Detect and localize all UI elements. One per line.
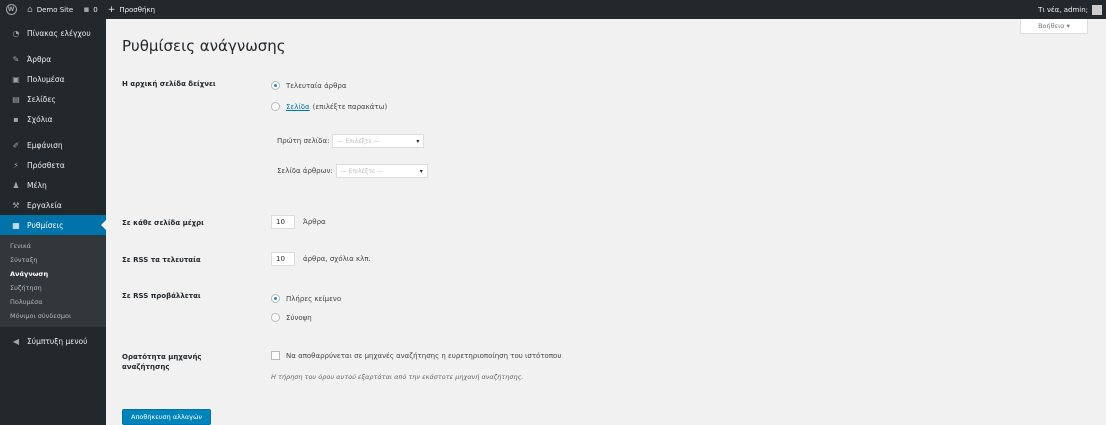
radio-summary[interactable]: [271, 313, 280, 322]
comments-link[interactable]: ▪ 0: [78, 0, 103, 19]
settings-icon: ▦: [12, 220, 20, 230]
comments-count: 0: [93, 5, 98, 14]
menu-appearance[interactable]: ✐ Εμφάνιση: [0, 135, 106, 155]
caret-down-icon: ▾: [416, 137, 420, 145]
menu-tools[interactable]: ⚒ Εργαλεία: [0, 195, 106, 215]
greeting-text: Τι νέα, admin;: [1038, 5, 1088, 14]
avatar: [1092, 4, 1102, 15]
submenu-discussion[interactable]: Συζήτηση: [0, 281, 106, 295]
page-title: Ρυθμίσεις ανάγνωσης: [122, 37, 286, 55]
menu-plugins[interactable]: ⚡ Πρόσθετα: [0, 155, 106, 175]
users-icon: ♟: [12, 180, 20, 190]
radio-label: (επιλέξτε παρακάτω): [312, 102, 388, 111]
menu-collapse[interactable]: ◀ Σύμπτυξη μενού: [0, 331, 106, 351]
submenu-media[interactable]: Πολυμέσα: [0, 295, 106, 309]
wrench-icon: ⚒: [12, 200, 20, 210]
front-page-select-label: Πρώτη σελίδα:: [277, 137, 330, 145]
posts-page-select[interactable]: — Επιλέξτε — ▾: [335, 164, 428, 178]
menu-label: Σύμπτυξη μενού: [27, 336, 88, 346]
plus-icon: +: [107, 4, 116, 15]
plug-icon: ⚡: [13, 160, 19, 170]
search-visibility-option[interactable]: Να αποθαρρύνεται σε μηχανές αναζήτησης η…: [271, 351, 561, 360]
menu-label: Σελίδες: [27, 94, 56, 104]
search-visibility-description: Η τήρηση του όρου αυτού εξαρτάται από τη…: [271, 373, 524, 381]
radio-full-text[interactable]: [271, 294, 280, 303]
menu-posts[interactable]: ✎ Άρθρα: [0, 49, 106, 69]
admin-bar: W ⌂ Demo Site ▪ 0 + Προσθήκη Τι νέα, adm…: [0, 0, 1106, 19]
per-page-unit: Άρθρα: [303, 218, 326, 226]
menu-pages[interactable]: ▤ Σελίδες: [0, 89, 106, 109]
menu-label: Εμφάνιση: [27, 140, 63, 150]
page-link[interactable]: Σελίδα: [286, 103, 310, 111]
menu-label: Εργαλεία: [27, 200, 62, 210]
per-page-input[interactable]: 10: [271, 215, 295, 229]
rss-count-input[interactable]: 10: [271, 252, 295, 266]
radio-label: Πλήρες κείμενο: [286, 294, 342, 303]
menu-label: Μέλη: [27, 180, 47, 190]
rss-full-option[interactable]: Πλήρες κείμενο: [271, 294, 341, 303]
radio-label: Τελευταία άρθρα: [286, 81, 347, 90]
menu-dashboard[interactable]: ◔ Πίνακας ελέγχου: [0, 23, 106, 43]
select-value: — Επιλέξτε —: [337, 137, 380, 145]
select-value: — Επιλέξτε —: [340, 167, 384, 175]
menu-label: Πολυμέσα: [27, 74, 65, 84]
menu-label: Πρόσθετα: [27, 160, 65, 170]
menu-label: Πίνακας ελέγχου: [27, 28, 91, 38]
dashboard-icon: ◔: [12, 28, 20, 38]
site-name: Demo Site: [36, 5, 74, 14]
submenu-permalinks[interactable]: Μόνιμοι σύνδεσμοι: [0, 309, 106, 323]
my-account[interactable]: Τι νέα, admin;: [1038, 0, 1102, 19]
search-visibility-label: Ορατότητα μηχανής αναζήτησης: [122, 353, 202, 371]
radio-latest-posts[interactable]: [271, 81, 280, 90]
per-page-label: Σε κάθε σελίδα μέχρι: [122, 219, 204, 227]
brush-icon: ✐: [12, 140, 20, 150]
posts-page-select-label: Σελίδα άρθρων:: [277, 167, 333, 175]
submenu-writing[interactable]: Σύνταξη: [0, 253, 106, 267]
front-page-label: Η αρχική σελίδα δείχνει: [122, 80, 216, 88]
caret-down-icon: ▾: [419, 167, 423, 175]
comments-icon: ▪: [13, 114, 19, 124]
rss-count-unit: άρθρα, σχόλια κλπ.: [303, 255, 371, 263]
comment-bubble-icon: ▪: [83, 4, 90, 15]
settings-submenu: Γενικά Σύνταξη Ανάγνωση Συζήτηση Πολυμέσ…: [0, 235, 106, 327]
front-static-option[interactable]: Σελίδα (επιλέξτε παρακάτω): [271, 102, 387, 111]
site-name-link[interactable]: ⌂ Demo Site: [22, 0, 78, 19]
discourage-search-checkbox[interactable]: [271, 351, 280, 360]
pages-icon: ▤: [12, 94, 20, 104]
rss-show-label: Σε RSS προβάλλεται: [122, 292, 201, 300]
menu-settings[interactable]: ▦ Ρυθμίσεις: [0, 215, 106, 235]
menu-label: Σχόλια: [27, 114, 53, 124]
menu-label: Άρθρα: [27, 54, 52, 64]
radio-label: Σύνοψη: [286, 313, 312, 322]
admin-sidebar: ◔ Πίνακας ελέγχου ✎ Άρθρα ▣ Πολυμέσα ▤ Σ…: [0, 19, 106, 425]
rss-summary-option[interactable]: Σύνοψη: [271, 313, 312, 322]
rss-count-label: Σε RSS τα τελευταία: [122, 256, 201, 264]
menu-label: Ρυθμίσεις: [27, 220, 64, 230]
wp-logo-menu[interactable]: W: [0, 0, 22, 19]
checkbox-label: Να αποθαρρύνεται σε μηχανές αναζήτησης η…: [286, 351, 562, 360]
menu-media[interactable]: ▣ Πολυμέσα: [0, 69, 106, 89]
menu-comments[interactable]: ▪ Σχόλια: [0, 109, 106, 129]
menu-users[interactable]: ♟ Μέλη: [0, 175, 106, 195]
save-changes-button[interactable]: Αποθήκευση αλλαγών: [122, 409, 212, 425]
submenu-reading[interactable]: Ανάγνωση: [0, 267, 106, 281]
front-page-select[interactable]: — Επιλέξτε — ▾: [332, 134, 425, 148]
main-content: Ρυθμίσεις ανάγνωσης Η αρχική σελίδα δείχ…: [106, 19, 1106, 425]
collapse-icon: ◀: [12, 336, 20, 346]
pin-icon: ✎: [12, 54, 20, 64]
posts-page-select-row: Σελίδα άρθρων: — Επιλέξτε — ▾: [277, 164, 428, 178]
submenu-general[interactable]: Γενικά: [0, 239, 106, 253]
media-icon: ▣: [12, 74, 20, 84]
front-page-select-row: Πρώτη σελίδα: — Επιλέξτε — ▾: [277, 134, 425, 148]
new-content-label: Προσθήκη: [119, 5, 156, 14]
new-content-link[interactable]: + Προσθήκη: [103, 0, 160, 19]
front-latest-option[interactable]: Τελευταία άρθρα: [271, 81, 346, 90]
home-icon: ⌂: [27, 4, 33, 15]
wordpress-icon: W: [5, 4, 17, 15]
radio-static-page[interactable]: [271, 102, 280, 111]
